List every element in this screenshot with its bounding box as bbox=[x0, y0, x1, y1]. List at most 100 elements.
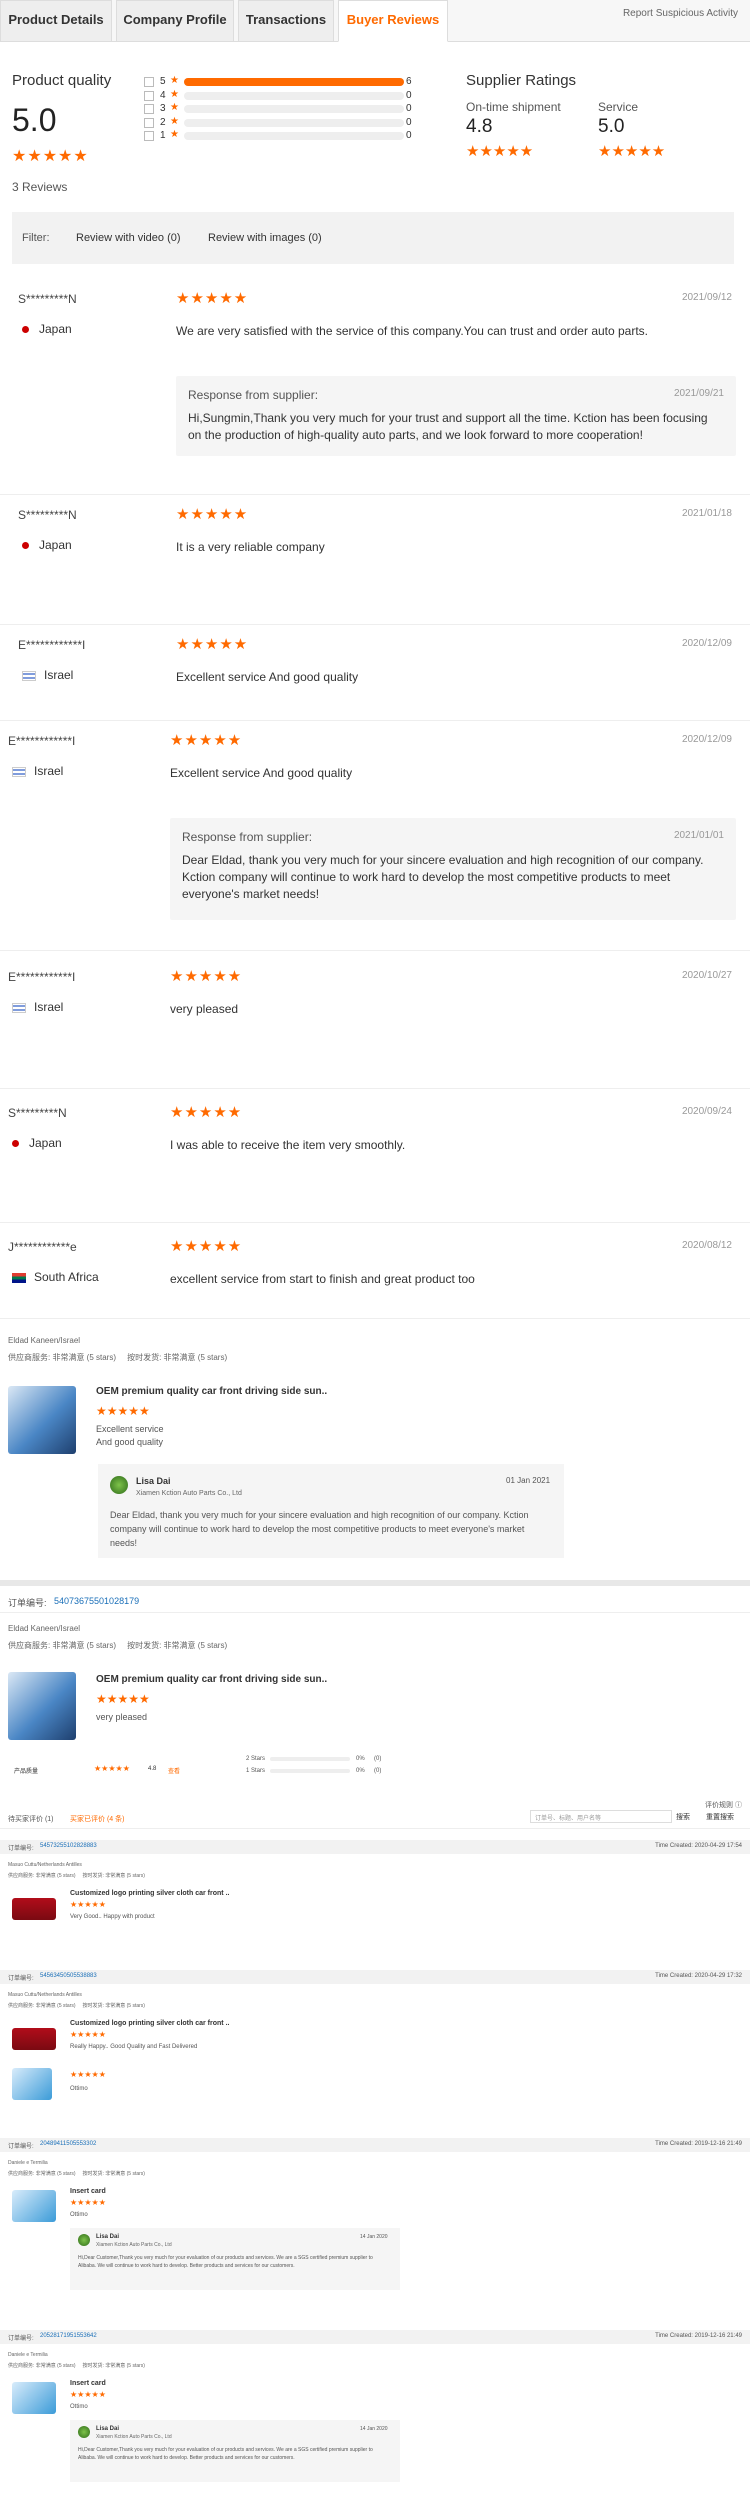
japan-flag-icon bbox=[12, 1140, 19, 1148]
tab-transactions[interactable]: Transactions bbox=[238, 0, 334, 42]
s2-dist-pct-1: 0% bbox=[356, 1756, 365, 1762]
country-name: Israel bbox=[34, 764, 64, 778]
review-divider bbox=[0, 624, 750, 625]
japan-flag-icon bbox=[22, 542, 29, 550]
israel-flag-icon bbox=[22, 670, 36, 681]
s1-user: Eldad Kaneen/Israel bbox=[8, 1336, 81, 1345]
japan-flag-icon bbox=[22, 326, 29, 334]
review-stars: ★★★★★ bbox=[176, 290, 249, 307]
tab-product-details[interactable]: Product Details bbox=[0, 0, 112, 42]
s1-product-thumb bbox=[8, 1386, 76, 1454]
s2-rating-stars: ★★★★★ bbox=[94, 1764, 130, 1773]
s2-rating-link[interactable]: 查看 bbox=[168, 1766, 180, 1775]
quality-score: 5.0 bbox=[12, 102, 57, 138]
order-reply-avatar bbox=[78, 2234, 90, 2246]
tab-company-profile[interactable]: Company Profile bbox=[116, 0, 234, 42]
s2-ratings: 供应商服务: 非常满意 (5 stars) 按时发货: 非常满意 (5 star… bbox=[8, 1641, 228, 1650]
country-name: Israel bbox=[34, 1000, 64, 1014]
filter-images[interactable]: Review with images (0) bbox=[208, 232, 322, 244]
order-reply-avatar bbox=[78, 2426, 90, 2438]
service-stars: ★★★★★ bbox=[598, 143, 666, 160]
order-ratings: 供应商服务: 非常满意 (5 stars) 按时发货: 非常满意 (5 star… bbox=[8, 2171, 145, 2177]
product-quality-label: Product quality bbox=[12, 72, 112, 89]
review-divider bbox=[0, 494, 750, 495]
dist-checkbox[interactable] bbox=[144, 77, 154, 87]
ontime-stars: ★★★★★ bbox=[466, 143, 534, 160]
dist-checkbox[interactable] bbox=[144, 90, 154, 101]
s3-help-link[interactable]: 评价规则 ⓘ bbox=[705, 1800, 742, 1810]
dist-count: 0 bbox=[406, 130, 412, 141]
dist-checkbox[interactable] bbox=[144, 131, 154, 141]
order-product-thumb bbox=[12, 2190, 56, 2222]
order-reply-name: Lisa Dai bbox=[96, 2234, 120, 2240]
filter-label: Filter: bbox=[22, 232, 50, 244]
order-product-thumb bbox=[12, 1898, 56, 1920]
order-reply-name: Lisa Dai bbox=[96, 2426, 120, 2432]
order-product-title[interactable]: Customized logo printing silver cloth ca… bbox=[70, 1890, 229, 1897]
dist-checkbox[interactable] bbox=[144, 117, 154, 128]
s2-stars: ★★★★★ bbox=[96, 1692, 150, 1706]
order-reply-text: Hi,Dear Customer,Thank you very much for… bbox=[78, 2447, 373, 2461]
reviewer-name: E************I bbox=[18, 638, 86, 652]
s3-tab-pending[interactable]: 待买家评价 (1) bbox=[8, 1814, 54, 1824]
order-product-title[interactable]: Insert card bbox=[70, 2188, 106, 2195]
south-africa-flag-icon bbox=[12, 1272, 26, 1283]
country-name: South Africa bbox=[34, 1270, 99, 1284]
review-text: excellent service from start to finish a… bbox=[170, 1272, 475, 1286]
review-stars: ★★★★★ bbox=[176, 506, 249, 523]
s3-tab-done[interactable]: 买家已评价 (4 条) bbox=[70, 1814, 124, 1824]
dist-star-icon: ★ bbox=[170, 129, 179, 140]
tab-buyer-reviews[interactable]: Buyer Reviews bbox=[338, 0, 448, 42]
review-stars: ★★★★★ bbox=[170, 1104, 243, 1121]
reviews-page: Product Details Company Profile Transact… bbox=[0, 0, 750, 2496]
dist-count: 0 bbox=[406, 116, 412, 128]
s2-rating-value: 4.8 bbox=[148, 1766, 157, 1772]
s1-product-title[interactable]: OEM premium quality car front driving si… bbox=[96, 1386, 327, 1397]
order-product-title[interactable]: Customized logo printing silver cloth ca… bbox=[70, 2020, 229, 2027]
order-number[interactable]: 54573255102828883 bbox=[40, 1843, 97, 1849]
order-number-label: 订单编号: bbox=[8, 2144, 34, 2150]
review-text: very pleased bbox=[170, 1002, 239, 1016]
s3-reset-button[interactable]: 重置搜索 bbox=[706, 1812, 734, 1822]
s1-ratings: 供应商服务: 非常满意 (5 stars) 按时发货: 非常满意 (5 star… bbox=[8, 1353, 228, 1362]
order-header bbox=[0, 2330, 750, 2344]
s3-search-input[interactable]: 订单号、标题、用户名等 bbox=[530, 1810, 672, 1823]
order-number[interactable]: 54563450505538883 bbox=[40, 1973, 97, 1979]
s2-product-title[interactable]: OEM premium quality car front driving si… bbox=[96, 1674, 327, 1685]
s2-dist-count-2: (0) bbox=[374, 1768, 382, 1774]
dist-checkbox[interactable] bbox=[144, 104, 154, 114]
filter-video[interactable]: Review with video (0) bbox=[76, 232, 181, 244]
israel-flag-icon bbox=[12, 1002, 26, 1013]
supplier-response: Response from supplier: 2021/01/01 Dear El… bbox=[170, 818, 736, 920]
order-number[interactable]: 20528171951553642 bbox=[40, 2333, 97, 2339]
reviewer-name: S*********N bbox=[18, 508, 77, 522]
order-stars-2: ★★★★★ bbox=[70, 2070, 106, 2079]
dist-star-icon: ★ bbox=[170, 75, 179, 86]
reviewer-name: S*********N bbox=[18, 292, 77, 306]
order-user: Masuo Cuttu/Netherlands Antilles bbox=[8, 1992, 82, 1998]
report-link[interactable]: Report Suspicious Activity bbox=[623, 8, 738, 19]
review-text: I was able to receive the item very smoo… bbox=[170, 1138, 406, 1152]
country-name: Japan bbox=[39, 538, 72, 552]
country-name: Israel bbox=[44, 668, 74, 682]
review-divider bbox=[0, 950, 750, 951]
order-product-title[interactable]: Insert card bbox=[70, 2380, 106, 2387]
order-header bbox=[0, 2138, 750, 2152]
order-reply-date: 14 Jan 2020 bbox=[360, 2234, 388, 2240]
s2-dist-label-1: 2 Stars bbox=[246, 1756, 266, 1762]
order-text-2: Ottimo bbox=[70, 2086, 88, 2092]
order-number[interactable]: 20489411505553302 bbox=[40, 2141, 96, 2147]
order-reply-company: Xiamen Kction Auto Parts Co., Ltd bbox=[96, 2242, 172, 2248]
s2-order-number[interactable]: 54073675501028179 bbox=[54, 1596, 139, 1606]
order-header bbox=[0, 1970, 750, 1984]
s1-text1: Excellent service bbox=[96, 1424, 164, 1434]
s3-search-button[interactable]: 搜索 bbox=[676, 1812, 690, 1822]
dist-bar-fill bbox=[184, 78, 404, 86]
reviewer-name: S*********N bbox=[8, 1106, 67, 1120]
order-stars: ★★★★★ bbox=[70, 1900, 106, 1909]
s1-rep-company: Xiamen Kction Auto Parts Co., Ltd bbox=[136, 1490, 242, 1497]
review-stars: ★★★★★ bbox=[170, 732, 243, 749]
s1-stars: ★★★★★ bbox=[96, 1404, 150, 1418]
review-text: Excellent service And good quality bbox=[170, 766, 353, 780]
ontime-value: 4.8 bbox=[466, 116, 493, 137]
